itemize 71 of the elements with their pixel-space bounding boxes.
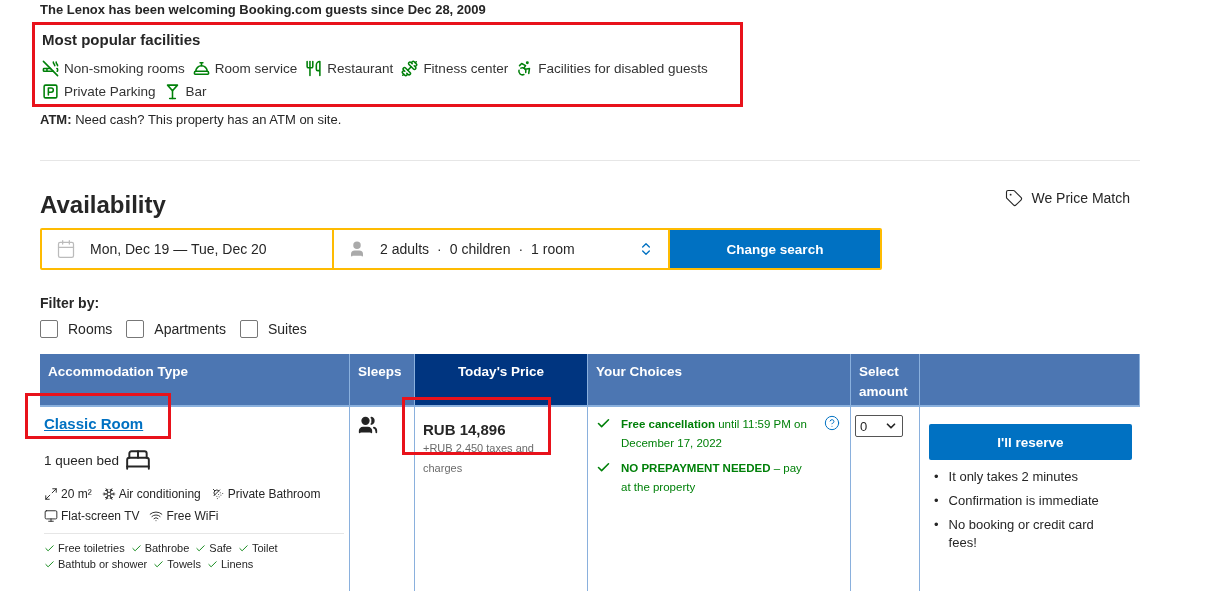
facility-label: Non-smoking rooms (64, 61, 185, 76)
two-persons-icon (358, 415, 378, 435)
area-icon (44, 487, 58, 501)
wifi-icon (149, 509, 164, 523)
amount-select[interactable]: 0 (855, 415, 903, 437)
price-match-link[interactable]: We Price Match (1031, 190, 1130, 206)
price: RUB 14,896 (422, 421, 507, 438)
extra-label: Towels (167, 558, 201, 570)
bed-icon (125, 447, 152, 473)
tag-icon (1005, 189, 1024, 207)
facility-label: Bar (185, 84, 207, 99)
facilities-title: Most popular facilities (42, 31, 202, 48)
availability-title: Availability (40, 191, 166, 219)
taxes-note: +RUB 2,450 taxes and charges (422, 441, 535, 476)
amenity-label: Flat-screen TV (61, 509, 140, 523)
checkbox[interactable] (40, 320, 58, 338)
column-header: Sleeps (350, 354, 415, 405)
choice-text: Free cancellation until 11:59 PM on December 17, 2022 (621, 417, 808, 451)
bullet: • (934, 516, 939, 534)
facility-label: Fitness center (423, 61, 509, 76)
dumbbell-icon (401, 60, 419, 77)
facility-label: Private Parking (64, 84, 156, 99)
check-icon (153, 558, 165, 570)
choice-text: NO PREPAYMENT NEEDED – pay at the property (621, 461, 803, 495)
filter-title: Filter by: (40, 295, 101, 311)
atm-note: ATM: Need cash? This property has an ATM on site. (40, 112, 343, 127)
column-header: Accommodation Type (40, 354, 350, 405)
bullet: • (934, 468, 939, 486)
checkbox[interactable] (239, 320, 258, 338)
reserve-button[interactable]: I'll reserve (929, 424, 1132, 460)
extra-label: Free toiletries (58, 542, 125, 554)
snowflake-icon (101, 487, 116, 501)
column-header: Select amount (851, 354, 920, 405)
room-link[interactable]: Classic Room (44, 415, 144, 432)
shower-icon (210, 487, 225, 501)
extra-label: Linens (220, 558, 254, 570)
intro-text: The Lenox has been welcoming Booking.com guests since Dec 28, 2009 (40, 3, 486, 17)
benefit-item: Confirmation is immediate (948, 492, 1100, 510)
check-icon (44, 542, 55, 554)
benefit-item: No booking or credit card fees! (948, 516, 1095, 552)
monitor-icon (44, 509, 58, 523)
check-icon (130, 542, 142, 554)
extra-label: Toilet (251, 542, 278, 554)
parking-icon (42, 83, 59, 100)
column-header: Today's Price (415, 354, 588, 405)
extra-label: Safe (209, 542, 232, 554)
extra-label: Bathtub or shower (58, 558, 148, 570)
check-icon (195, 542, 207, 554)
column-header: Your Choices (588, 354, 851, 405)
benefit-item: It only takes 2 minutes (948, 468, 1079, 486)
bed-label: 1 queen bed (44, 452, 120, 468)
cutlery-icon (305, 60, 323, 77)
check-icon (237, 542, 249, 554)
bullet: • (934, 492, 939, 510)
amenity-label: 20 m² (61, 487, 92, 501)
amenity-label: Private Bathroom (227, 487, 321, 501)
filter-label: Rooms (68, 321, 113, 337)
extra-label: Bathrobe (144, 542, 190, 554)
check-icon (206, 558, 218, 570)
no-smoking-icon (42, 60, 59, 77)
filter-label: Apartments (154, 321, 226, 337)
amenity-label: Free WiFi (166, 509, 219, 523)
bell-icon (192, 60, 210, 77)
facility-label: Facilities for disabled guests (538, 61, 708, 76)
facility-label: Restaurant (327, 61, 394, 76)
help-icon[interactable] (824, 415, 840, 431)
check-icon (44, 558, 55, 570)
amenity-label: Air conditioning (118, 487, 201, 501)
facility-label: Room service (214, 61, 298, 76)
filter-label: Suites (267, 321, 307, 337)
checkbox[interactable] (126, 320, 145, 338)
